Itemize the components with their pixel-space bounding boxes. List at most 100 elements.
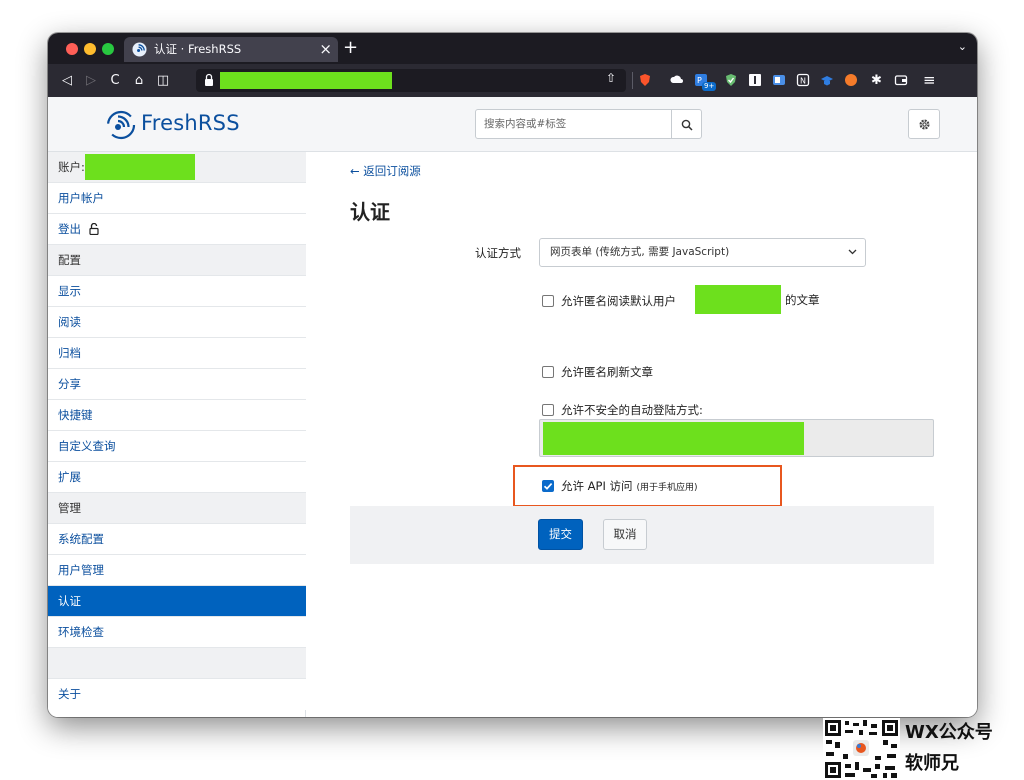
back-icon[interactable]: ◁ xyxy=(58,64,76,97)
cancel-button[interactable]: 取消 xyxy=(603,519,647,550)
search-button[interactable] xyxy=(671,109,702,139)
sidebar-section-admin: 管理 xyxy=(48,493,306,524)
cloud-extension-icon[interactable] xyxy=(670,73,684,87)
home-icon[interactable]: ⌂ xyxy=(130,64,148,97)
sidebar-item-archiving[interactable]: 归档 xyxy=(48,338,306,369)
app-menu-icon[interactable]: ≡ xyxy=(923,64,936,97)
orange-extension-icon[interactable] xyxy=(844,73,858,87)
sidebar-item-authentication[interactable]: 认证 xyxy=(48,586,306,617)
close-window-button[interactable] xyxy=(66,43,78,55)
url-redacted xyxy=(220,72,392,89)
zoom-window-button[interactable] xyxy=(102,43,114,55)
api-access-checkbox[interactable] xyxy=(542,480,554,492)
main-content: ← 返回订阅源 认证 认证方式 网页表单 (传统方式, 需要 JavaScrip… xyxy=(307,152,977,717)
wallet-icon[interactable] xyxy=(894,73,908,87)
sidebar-item-label: 显示 xyxy=(58,284,81,298)
account-label: 账户: xyxy=(58,160,85,174)
unsafe-autologin-row: 允许不安全的自动登陆方式: xyxy=(542,402,703,418)
tab-bar: 认证 · FreshRSS × + ⌄ xyxy=(48,33,977,64)
chevron-down-icon xyxy=(848,249,857,255)
sidebar-item-label: 阅读 xyxy=(58,315,81,329)
unlock-icon xyxy=(89,223,99,235)
settings-button[interactable] xyxy=(908,109,940,139)
site-header: FreshRSS xyxy=(48,97,977,152)
sidebar-item-user-account[interactable]: 用户帐户 xyxy=(48,183,306,214)
anon-refresh-checkbox[interactable] xyxy=(542,366,554,378)
default-user-redacted xyxy=(695,285,781,314)
sidebar-item-users[interactable]: 用户管理 xyxy=(48,555,306,586)
autologin-url-redacted xyxy=(543,422,804,455)
sidebar-item-label: 认证 xyxy=(58,594,81,608)
sidebar-item-queries[interactable]: 自定义查询 xyxy=(48,431,306,462)
forward-icon[interactable]: ▷ xyxy=(82,64,100,97)
tab-close-icon[interactable]: × xyxy=(319,39,332,59)
sidebar: 账户: 用户帐户 登出 配置 显示 阅读 归档 分享 快捷键 自定义查询 扩展 … xyxy=(48,152,306,717)
autologin-url-field[interactable] xyxy=(539,419,934,457)
sidebar-item-label: 环境检查 xyxy=(58,625,104,639)
sidebar-spacer xyxy=(48,648,306,679)
sidebar-item-label: 归档 xyxy=(58,346,81,360)
form-actions: 提交 取消 xyxy=(350,506,934,564)
sidebar-item-label: 扩展 xyxy=(58,470,81,484)
freshrss-favicon-icon xyxy=(132,42,147,57)
extension-badge: 9+ xyxy=(702,82,717,91)
grad-cap-extension-icon[interactable] xyxy=(820,73,834,87)
sidebar-item-check-install[interactable]: 环境检查 xyxy=(48,617,306,648)
site-logo-text[interactable]: FreshRSS xyxy=(141,111,240,135)
pocket-icon[interactable]: ◫ xyxy=(154,64,172,97)
checkmark-icon xyxy=(543,483,553,490)
nav-bar: ◁ ▷ C ⌂ ◫ ⇧ P 9+ N ✱ ≡ xyxy=(48,64,977,97)
svg-text:N: N xyxy=(800,77,806,86)
account-name-redacted xyxy=(85,154,195,180)
search-icon xyxy=(681,119,693,131)
tab-list-chevron-icon[interactable]: ⌄ xyxy=(958,40,967,53)
browser-tab-active[interactable]: 认证 · FreshRSS × xyxy=(124,37,338,62)
sidebar-item-label: 用户帐户 xyxy=(58,191,104,205)
auth-method-label: 认证方式 xyxy=(475,246,521,260)
unsafe-autologin-label: 允许不安全的自动登陆方式: xyxy=(561,403,703,417)
sidebar-item-label: 分享 xyxy=(58,377,81,391)
sidebar-item-extensions[interactable]: 扩展 xyxy=(48,462,306,493)
sidebar-item-reading[interactable]: 阅读 xyxy=(48,307,306,338)
share-icon[interactable]: ⇧ xyxy=(606,71,616,85)
submit-button[interactable]: 提交 xyxy=(538,519,583,550)
back-to-feeds-link[interactable]: ← 返回订阅源 xyxy=(350,163,421,179)
auth-method-select[interactable]: 网页表单 (传统方式, 需要 JavaScript) xyxy=(539,238,866,267)
brave-shield-icon[interactable] xyxy=(638,73,652,87)
api-access-label: 允许 API 访问 xyxy=(561,479,633,493)
auth-method-value: 网页表单 (传统方式, 需要 JavaScript) xyxy=(550,246,730,258)
url-bar[interactable]: ⇧ xyxy=(196,69,626,92)
adguard-icon[interactable] xyxy=(724,73,738,87)
anon-read-row: 允许匿名阅读默认用户 xyxy=(542,293,676,309)
wechat-qr-logo xyxy=(823,718,900,780)
search-input[interactable] xyxy=(475,109,672,139)
browser-window: 认证 · FreshRSS × + ⌄ ◁ ▷ C ⌂ ◫ ⇧ P 9+ N ✱ xyxy=(48,33,977,717)
sidebar-item-system[interactable]: 系统配置 xyxy=(48,524,306,555)
sidebar-item-label: 快捷键 xyxy=(58,408,93,422)
outlook-extension-icon[interactable] xyxy=(772,73,786,87)
reload-icon[interactable]: C xyxy=(106,64,124,97)
sidebar-item-logout[interactable]: 登出 xyxy=(48,214,306,245)
extensions-puzzle-icon[interactable]: ✱ xyxy=(871,64,882,97)
unsafe-autologin-checkbox[interactable] xyxy=(542,404,554,416)
anon-read-checkbox[interactable] xyxy=(542,295,554,307)
lock-icon xyxy=(205,73,213,86)
sidebar-item-about[interactable]: 关于 xyxy=(48,679,306,710)
sidebar-item-label: 用户管理 xyxy=(58,563,104,577)
instapaper-icon[interactable] xyxy=(748,73,762,87)
sidebar-item-sharing[interactable]: 分享 xyxy=(48,369,306,400)
freshrss-logo-icon[interactable] xyxy=(106,110,136,140)
sidebar-item-display[interactable]: 显示 xyxy=(48,276,306,307)
sidebar-item-label: 关于 xyxy=(58,687,81,701)
anon-refresh-label: 允许匿名刷新文章 xyxy=(561,365,653,379)
sidebar-item-shortcuts[interactable]: 快捷键 xyxy=(48,400,306,431)
sidebar-item-label: 登出 xyxy=(58,222,81,236)
watermark-line-2: 软师兄 xyxy=(905,753,959,774)
new-tab-button[interactable]: + xyxy=(343,37,358,59)
sidebar-item-label: 系统配置 xyxy=(58,532,104,546)
notion-icon[interactable]: N xyxy=(796,73,810,87)
sidebar-section-label: 管理 xyxy=(58,501,81,515)
api-access-note: (用于手机应用) xyxy=(636,483,698,493)
api-access-row: 允许 API 访问 (用于手机应用) xyxy=(542,478,698,494)
minimize-window-button[interactable] xyxy=(84,43,96,55)
